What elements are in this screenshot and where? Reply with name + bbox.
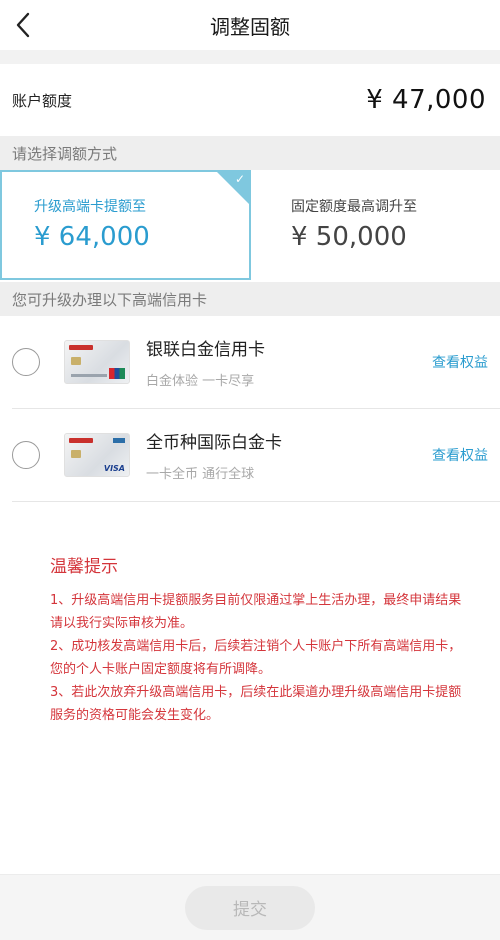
account-limit-row: 账户额度 ¥ 47,000 [0, 64, 500, 136]
back-button[interactable] [6, 8, 40, 42]
account-limit-label: 账户额度 [12, 91, 73, 110]
view-benefits-link[interactable]: 查看权益 [432, 445, 488, 465]
card-subtitle: 白金体验 一卡尽享 [146, 374, 255, 389]
card-image [64, 340, 130, 384]
card-text: 银联白金信用卡 白金体验 一卡尽享 [146, 335, 432, 389]
bank-logo-icon [69, 438, 93, 443]
option-label: 固定额度最高调升至 [291, 199, 417, 215]
card-subtitle: 一卡全币 通行全球 [146, 467, 255, 482]
card-number-decoration [71, 374, 107, 377]
tip-item: 1、升级高端信用卡提额服务目前仅限通过掌上生活办理，最终申请结果请以我行实际审核… [50, 593, 462, 631]
chip-icon [71, 357, 81, 365]
card-name: 银联白金信用卡 [146, 340, 265, 360]
nav-bar: 调整固额 [0, 0, 500, 50]
chevron-left-icon [16, 12, 30, 38]
footer-bar: 提交 [0, 874, 500, 940]
tips-title: 温馨提示 [50, 557, 118, 577]
card-tag-icon [113, 438, 125, 443]
card-list: 银联白金信用卡 白金体验 一卡尽享 查看权益 VISA 全币种国际白金卡 一卡全… [0, 316, 500, 502]
unionpay-logo-icon [109, 368, 125, 379]
divider [0, 50, 500, 64]
tips-section: 温馨提示 1、升级高端信用卡提额服务目前仅限通过掌上生活办理，最终申请结果请以我… [0, 502, 500, 727]
method-section-heading: 请选择调额方式 [0, 136, 500, 170]
tip-item: 2、成功核发高端信用卡后，后续若注销个人卡账户下所有高端信用卡，您的个人卡账户固… [50, 639, 462, 677]
option-upgrade-card[interactable]: ✓ 升级高端卡提额至 ¥ 64,000 [0, 170, 251, 280]
visa-logo-icon: VISA [103, 464, 125, 473]
card-radio[interactable] [12, 348, 40, 376]
page-title: 调整固额 [210, 14, 290, 39]
adjust-method-options: ✓ 升级高端卡提额至 ¥ 64,000 固定额度最高调升至 ¥ 50,000 [0, 170, 500, 282]
option-amount: ¥ 64,000 [34, 222, 150, 252]
card-name: 全币种国际白金卡 [146, 433, 282, 453]
check-icon: ✓ [234, 172, 245, 186]
option-amount: ¥ 50,000 [291, 222, 407, 252]
submit-button[interactable]: 提交 [185, 885, 315, 930]
card-radio[interactable] [12, 441, 40, 469]
account-limit-value: ¥ 47,000 [366, 85, 486, 115]
card-image: VISA [64, 433, 130, 477]
card-text: 全币种国际白金卡 一卡全币 通行全球 [146, 428, 432, 482]
bank-logo-icon [69, 345, 93, 350]
option-fixed-limit[interactable]: 固定额度最高调升至 ¥ 50,000 [251, 170, 500, 282]
list-item[interactable]: 银联白金信用卡 白金体验 一卡尽享 查看权益 [12, 316, 500, 409]
tip-item: 3、若此次放弃升级高端信用卡，后续在此渠道办理升级高端信用卡提额服务的资格可能会… [50, 685, 462, 723]
selected-corner [215, 170, 251, 206]
view-benefits-link[interactable]: 查看权益 [432, 352, 488, 372]
list-item[interactable]: VISA 全币种国际白金卡 一卡全币 通行全球 查看权益 [12, 409, 500, 502]
chip-icon [71, 450, 81, 458]
cards-section-heading: 您可升级办理以下高端信用卡 [0, 282, 500, 316]
